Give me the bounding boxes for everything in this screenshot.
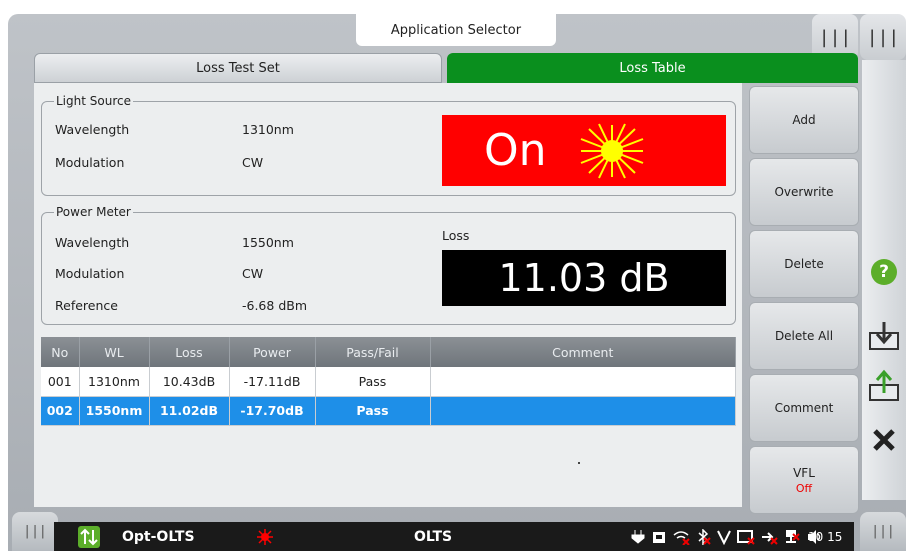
ls-wavelength-label: Wavelength [55,122,130,137]
storage-icon [653,531,665,543]
laser-indicator-icon [257,528,273,545]
pm-modulation-label: Modulation [55,266,125,281]
add-button[interactable]: Add [749,86,859,154]
vfl-state: Off [795,481,813,495]
col-header-pass-fail[interactable]: Pass/Fail [315,337,431,367]
cell-comment [430,367,736,397]
delete-all-label: Delete All [774,329,834,343]
comment-label: Comment [774,401,834,415]
clock: 10 15 [808,529,843,544]
load-button[interactable] [862,366,906,406]
network-off-icon [786,529,800,543]
vfl-label: VFL [793,465,815,480]
pm-reference-label: Reference [55,298,118,313]
col-header-no[interactable]: No [41,337,80,367]
light-source-legend: Light Source [56,94,131,108]
overwrite-label: Overwrite [774,185,834,199]
power-meter-legend: Power Meter [56,205,131,219]
cell-loss: 10.43dB [149,367,230,397]
col-header-power[interactable]: Power [229,337,316,367]
bottom-left-handle[interactable]: ||| [12,512,58,551]
save-icon [869,322,899,350]
top-right-handle[interactable]: ||| [860,14,906,60]
bottom-right-handle[interactable]: ||| [860,512,906,551]
tab-loss-test-set[interactable]: Loss Test Set [34,53,442,83]
light-source-status: On [484,125,547,176]
app-selector-title[interactable]: Application Selector [356,14,556,46]
pm-reference-value: -6.68 dBm [242,298,308,313]
cell-comment [430,396,736,426]
ls-modulation-label: Modulation [55,155,125,170]
ls-wavelength-value: 1310nm [242,122,294,137]
overwrite-button[interactable]: Overwrite [749,158,859,226]
sun-burst-icon [580,123,643,178]
cell-wl: 1550nm [79,396,150,426]
col-header-comment[interactable]: Comment [430,337,736,367]
light-source-status-panel: On [442,115,726,186]
comment-button[interactable]: Comment [749,374,859,442]
wifi-off-icon [673,530,690,545]
loss-label: Loss [442,228,470,243]
usb-off-icon [762,531,778,545]
load-icon [869,369,899,401]
mode-label: OLTS [414,528,453,545]
pm-wavelength-value: 1550nm [242,235,294,250]
cell-power: -17.70dB [229,396,316,426]
loss-results-table: No WL Loss Power Pass/Fail Comment 001 1… [41,337,736,426]
pm-modulation-value: CW [242,266,264,281]
save-button[interactable] [862,316,906,356]
col-header-loss[interactable]: Loss [149,337,230,367]
loss-readout: 11.03 dB [442,250,726,306]
help-icon: ? [871,259,897,285]
laser-indicator [256,522,274,551]
cell-result: Pass [315,396,431,426]
cell-no: 002 [41,396,80,426]
vfl-icon [717,530,731,545]
stray-dot [578,462,580,464]
close-icon [873,429,895,451]
col-header-wl[interactable]: WL [79,337,150,367]
plug-icon [631,529,645,544]
cell-wl: 1310nm [79,367,150,397]
table-row-selected[interactable]: 002 1550nm 11.02dB -17.70dB Pass [41,396,736,426]
help-button[interactable]: ? [862,252,906,292]
delete-label: Delete [784,257,824,271]
cell-result: Pass [315,367,431,397]
close-button[interactable] [862,420,906,460]
app-name: Opt-OLTS [122,528,195,545]
swap-icon [78,525,100,548]
swap-button[interactable] [78,522,100,551]
pm-wavelength-label: Wavelength [55,235,130,250]
table-row[interactable]: 001 1310nm 10.43dB -17.11dB Pass [41,367,736,397]
status-icons [630,522,824,551]
status-bar: Opt-OLTS OLTS 10 15 [54,522,854,551]
delete-all-button[interactable]: Delete All [749,302,859,370]
cell-loss: 11.02dB [149,396,230,426]
screen-icon [737,529,755,545]
add-label: Add [792,113,816,127]
delete-button[interactable]: Delete [749,230,859,298]
ls-modulation-value: CW [242,155,264,170]
tab-loss-table[interactable]: Loss Table [447,53,858,83]
bluetooth-off-icon [698,528,711,545]
cell-no: 001 [41,367,80,397]
cell-power: -17.11dB [229,367,316,397]
vfl-button[interactable]: VFL Off [749,446,859,514]
